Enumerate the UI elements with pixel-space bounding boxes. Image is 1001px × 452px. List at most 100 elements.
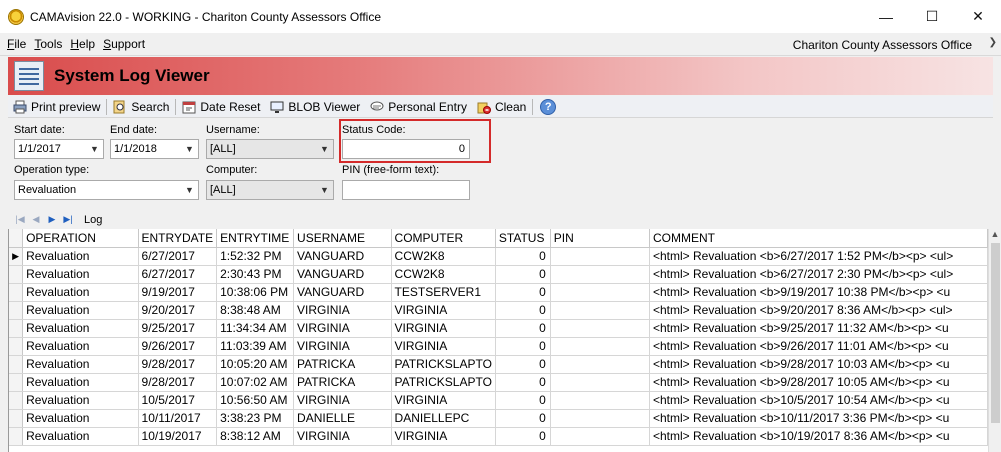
scroll-up-icon[interactable]: ▲	[989, 229, 1001, 239]
cell-operation[interactable]: Revaluation	[22, 355, 139, 374]
clean-button[interactable]: Clean	[472, 97, 531, 117]
cell-username[interactable]: VIRGINIA	[293, 319, 392, 338]
cell-entrytime[interactable]: 10:07:02 AM	[216, 373, 295, 392]
row-selector[interactable]	[9, 427, 24, 446]
cell-comment[interactable]: <html> Revaluation <b>9/20/2017 8:36 AM<…	[649, 301, 988, 320]
cell-computer[interactable]: TESTSERVER1	[391, 283, 496, 302]
cell-computer[interactable]: VIRGINIA	[391, 427, 496, 446]
cell-comment[interactable]: <html> Revaluation <b>10/11/2017 3:36 PM…	[649, 409, 988, 428]
cell-username[interactable]: DANIELLE	[293, 409, 392, 428]
grid-vertical-scrollbar[interactable]: ▲	[988, 229, 1001, 452]
cell-computer[interactable]: CCW2K8	[391, 247, 496, 266]
cell-pin[interactable]	[550, 247, 650, 266]
date-reset-button[interactable]: Date Reset	[177, 97, 265, 117]
chevron-down-icon[interactable]: ▼	[181, 140, 198, 158]
cell-pin[interactable]	[550, 319, 650, 338]
table-row[interactable]: Revaluation 10/11/2017 3:38:23 PM DANIELLE D…	[9, 409, 988, 428]
menu-support[interactable]: Support	[99, 37, 149, 51]
cell-username[interactable]: VIRGINIA	[293, 337, 392, 356]
cell-status[interactable]: 0	[495, 391, 551, 410]
cell-status[interactable]: 0	[495, 409, 551, 428]
cell-entrydate[interactable]: 9/28/2017	[138, 373, 218, 392]
row-selector[interactable]: ▶	[9, 247, 24, 266]
cell-operation[interactable]: Revaluation	[22, 373, 139, 392]
cell-comment[interactable]: <html> Revaluation <b>9/19/2017 10:38 PM…	[649, 283, 988, 302]
table-row[interactable]: Revaluation 9/28/2017 10:07:02 AM PATRICKA P…	[9, 373, 988, 392]
cell-pin[interactable]	[550, 409, 650, 428]
cell-status[interactable]: 0	[495, 373, 551, 392]
column-header-computer[interactable]: COMPUTER	[391, 229, 496, 248]
cell-username[interactable]: VIRGINIA	[293, 391, 392, 410]
cell-entrytime[interactable]: 8:38:48 AM	[216, 301, 295, 320]
maximize-button[interactable]: ☐	[909, 0, 955, 33]
cell-status[interactable]: 0	[495, 355, 551, 374]
previous-record-icon[interactable]: ◀	[28, 213, 44, 227]
row-selector[interactable]	[9, 391, 24, 410]
cell-operation[interactable]: Revaluation	[22, 337, 139, 356]
table-row[interactable]: Revaluation 10/5/2017 10:56:50 AM VIRGINIA V…	[9, 391, 988, 410]
cell-entrytime[interactable]: 3:38:23 PM	[216, 409, 295, 428]
minimize-button[interactable]: —	[863, 0, 909, 33]
cell-username[interactable]: VIRGINIA	[293, 427, 392, 446]
cell-computer[interactable]: PATRICKSLAPTO	[391, 355, 496, 374]
row-selector[interactable]	[9, 283, 24, 302]
end-date-picker[interactable]: 1/1/2018 ▼	[110, 139, 199, 159]
cell-operation[interactable]: Revaluation	[22, 283, 139, 302]
chevron-down-icon[interactable]: ▼	[181, 181, 198, 199]
cell-entrydate[interactable]: 9/28/2017	[138, 355, 218, 374]
cell-status[interactable]: 0	[495, 319, 551, 338]
cell-pin[interactable]	[550, 427, 650, 446]
cell-entrydate[interactable]: 9/19/2017	[138, 283, 218, 302]
cell-comment[interactable]: <html> Revaluation <b>10/5/2017 10:54 AM…	[649, 391, 988, 410]
cell-entrytime[interactable]: 2:30:43 PM	[216, 265, 295, 284]
close-button[interactable]: ✕	[955, 0, 1001, 33]
cell-entrytime[interactable]: 8:38:12 AM	[216, 427, 295, 446]
column-header-username[interactable]: USERNAME	[293, 229, 392, 248]
menu-help[interactable]: Help	[66, 37, 99, 51]
first-record-icon[interactable]: |◀	[12, 213, 28, 227]
blob-viewer-button[interactable]: BLOB Viewer	[265, 97, 365, 117]
cell-entrydate[interactable]: 6/27/2017	[138, 265, 218, 284]
cell-entrydate[interactable]: 9/25/2017	[138, 319, 218, 338]
cell-entrydate[interactable]: 10/5/2017	[138, 391, 218, 410]
table-row[interactable]: Revaluation 9/19/2017 10:38:06 PM VANGUARD T…	[9, 283, 988, 302]
cell-entrydate[interactable]: 6/27/2017	[138, 247, 218, 266]
row-selector[interactable]	[9, 373, 24, 392]
cell-status[interactable]: 0	[495, 283, 551, 302]
cell-computer[interactable]: VIRGINIA	[391, 319, 496, 338]
cell-pin[interactable]	[550, 337, 650, 356]
cell-entrydate[interactable]: 9/20/2017	[138, 301, 218, 320]
cell-entrydate[interactable]: 10/11/2017	[138, 409, 218, 428]
cell-username[interactable]: VIRGINIA	[293, 301, 392, 320]
help-icon[interactable]: ?	[540, 98, 557, 115]
cell-entrytime[interactable]: 11:34:34 AM	[216, 319, 295, 338]
pin-input[interactable]	[342, 180, 470, 200]
cell-pin[interactable]	[550, 283, 650, 302]
cell-comment[interactable]: <html> Revaluation <b>9/26/2017 11:01 AM…	[649, 337, 988, 356]
column-header-comment[interactable]: COMMENT	[649, 229, 988, 248]
row-selector[interactable]	[9, 337, 24, 356]
log-grid[interactable]: OPERATION ENTRYDATE ENTRYTIME USERNAME C…	[8, 229, 988, 452]
cell-status[interactable]: 0	[495, 301, 551, 320]
cell-pin[interactable]	[550, 391, 650, 410]
cell-operation[interactable]: Revaluation	[22, 301, 139, 320]
cell-comment[interactable]: <html> Revaluation <b>9/28/2017 10:05 AM…	[649, 373, 988, 392]
cell-username[interactable]: PATRICKA	[293, 373, 392, 392]
cell-computer[interactable]: VIRGINIA	[391, 337, 496, 356]
cell-username[interactable]: VANGUARD	[293, 247, 392, 266]
cell-status[interactable]: 0	[495, 265, 551, 284]
table-row[interactable]: Revaluation 6/27/2017 2:30:43 PM VANGUARD CC…	[9, 265, 988, 284]
start-date-picker[interactable]: 1/1/2017 ▼	[14, 139, 104, 159]
column-header-status[interactable]: STATUS	[495, 229, 551, 248]
column-header-operation[interactable]: OPERATION	[22, 229, 139, 248]
cell-computer[interactable]: CCW2K8	[391, 265, 496, 284]
table-row[interactable]: Revaluation 10/19/2017 8:38:12 AM VIRGINIA V…	[9, 427, 988, 446]
search-button[interactable]: Search	[108, 97, 174, 117]
cell-comment[interactable]: <html> Revaluation <b>6/27/2017 1:52 PM<…	[649, 247, 988, 266]
table-row[interactable]: Revaluation 9/28/2017 10:05:20 AM PATRICKA P…	[9, 355, 988, 374]
cell-operation[interactable]: Revaluation	[22, 427, 139, 446]
cell-comment[interactable]: <html> Revaluation <b>10/19/2017 8:36 AM…	[649, 427, 988, 446]
column-header-entrytime[interactable]: ENTRYTIME	[216, 229, 295, 248]
cell-status[interactable]: 0	[495, 247, 551, 266]
cell-entrytime[interactable]: 1:52:32 PM	[216, 247, 295, 266]
